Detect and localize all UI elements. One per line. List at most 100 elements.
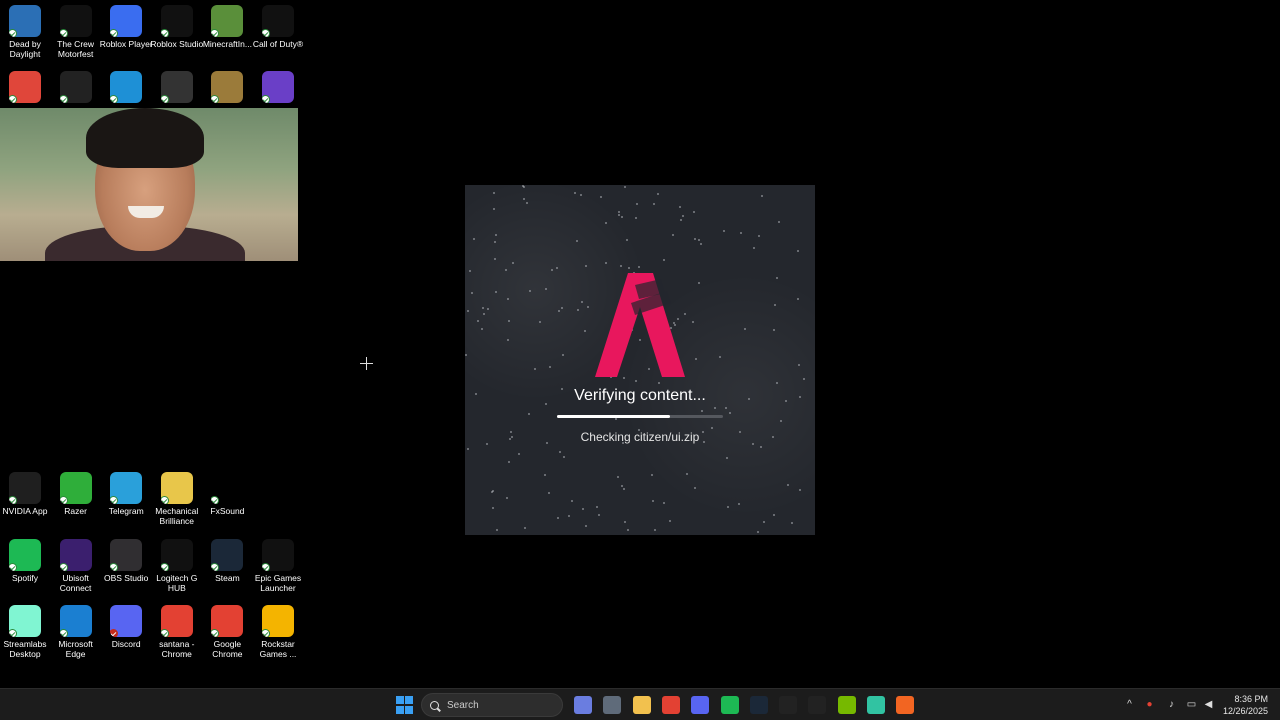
taskbar-search[interactable]: Search xyxy=(421,693,563,717)
sync-status-icon xyxy=(9,629,17,637)
background-speck xyxy=(617,476,619,478)
background-speck xyxy=(694,487,696,489)
network-icon[interactable]: ▭ xyxy=(1186,699,1197,710)
desktop-shortcut-label: Razer xyxy=(64,506,87,516)
background-speck xyxy=(518,453,520,455)
background-speck xyxy=(758,235,760,237)
streamlabs-icon[interactable] xyxy=(867,696,885,714)
background-speck xyxy=(624,521,626,523)
sync-status-icon xyxy=(262,95,270,103)
background-speck xyxy=(496,529,498,531)
background-speck xyxy=(776,382,778,384)
background-speck xyxy=(548,492,550,494)
razer-icon xyxy=(59,472,92,504)
background-speck xyxy=(727,506,729,508)
background-speck xyxy=(559,451,561,453)
tray-app-icon[interactable]: ● xyxy=(1144,699,1155,710)
desktop-shortcut[interactable]: Dead by Daylight xyxy=(0,5,50,59)
background-speck xyxy=(701,410,703,412)
background-speck xyxy=(561,307,563,309)
background-speck xyxy=(726,457,728,459)
sync-status-icon xyxy=(211,95,220,103)
background-speck xyxy=(738,503,740,505)
logitech-icon[interactable] xyxy=(808,696,827,714)
desktop-shortcut[interactable]: Spotify xyxy=(0,539,50,583)
desktop-shortcut[interactable]: Google Chrome xyxy=(202,605,252,659)
desktop-shortcut[interactable]: The Crew Motorfest xyxy=(51,5,101,59)
steam-icon[interactable] xyxy=(749,696,768,714)
background-speck xyxy=(467,310,469,312)
desktop-shortcut[interactable]: FxSound xyxy=(202,472,252,516)
background-speck xyxy=(481,328,483,330)
microphone-icon[interactable]: ♪ xyxy=(1166,699,1177,710)
desktop-shortcut[interactable]: Razer xyxy=(51,472,101,516)
background-speck xyxy=(803,378,805,380)
background-speck xyxy=(669,520,671,522)
background-speck xyxy=(568,515,570,517)
clock-date[interactable]: 12/26/2025 xyxy=(1218,706,1268,716)
desktop-shortcut[interactable]: NVIDIA App xyxy=(0,472,50,516)
desktop-shortcut[interactable]: Epic Games Launcher xyxy=(253,539,303,593)
desktop-shortcut[interactable]: santana - Chrome xyxy=(152,605,202,659)
desktop-shortcut[interactable]: Roblox Studio xyxy=(150,5,203,49)
nvidia-icon[interactable] xyxy=(837,696,856,714)
background-speck xyxy=(711,427,713,429)
sync-status-icon xyxy=(160,563,169,571)
background-speck xyxy=(658,382,660,384)
desktop-shortcut[interactable]: Roblox Player xyxy=(100,5,153,49)
sync-status-icon xyxy=(160,29,169,37)
desktop-shortcut[interactable]: MinecraftIn... xyxy=(202,5,252,49)
background-speck xyxy=(557,517,559,519)
clock-time[interactable]: 8:36 PM xyxy=(1222,694,1268,704)
file-explorer-icon[interactable] xyxy=(632,696,651,714)
desktop-shortcut[interactable] xyxy=(152,71,202,103)
background-speck xyxy=(558,310,560,312)
desktop-shortcut[interactable]: OBS Studio xyxy=(101,539,151,583)
background-speck xyxy=(465,354,467,356)
background-speck xyxy=(522,185,524,187)
desktop-shortcut[interactable]: Microsoft Edge xyxy=(51,605,101,659)
desktop-shortcut[interactable]: Streamlabs Desktop xyxy=(0,605,50,659)
widgets-icon[interactable] xyxy=(574,696,592,714)
discord-icon xyxy=(110,605,143,637)
rockstar-icon xyxy=(262,605,294,637)
desktop-shortcut[interactable] xyxy=(253,71,303,103)
epic-games-icon xyxy=(262,539,294,571)
desktop-shortcut[interactable]: Logitech G HUB xyxy=(152,539,202,593)
discord-icon[interactable] xyxy=(691,696,710,714)
volume-icon[interactable]: ◀ xyxy=(1203,699,1214,710)
desktop-shortcut[interactable]: Telegram xyxy=(101,472,151,516)
background-speck xyxy=(549,366,551,368)
chrome-icon[interactable] xyxy=(661,696,680,714)
background-speck xyxy=(493,192,495,194)
sync-status-icon xyxy=(211,29,220,37)
sync-status-icon xyxy=(9,563,17,571)
fivem-launcher-window: Verifying content... Checking citizen/ui… xyxy=(465,185,815,535)
desktop-shortcut[interactable]: Mechanical Brilliance xyxy=(152,472,202,526)
desktop-shortcut[interactable]: Steam xyxy=(202,539,252,583)
desktop-shortcut[interactable] xyxy=(0,71,50,103)
fivem-icon[interactable] xyxy=(896,696,915,714)
background-speck xyxy=(719,356,721,358)
desktop-shortcut[interactable]: Ubisoft Connect xyxy=(51,539,101,593)
show-hidden-icons-chevron-icon[interactable]: ^ xyxy=(1124,699,1135,710)
background-speck xyxy=(524,527,526,529)
desktop-shortcut[interactable] xyxy=(51,71,101,103)
background-speck xyxy=(626,239,628,241)
epic-games-icon[interactable] xyxy=(779,696,798,714)
settings-icon[interactable] xyxy=(603,696,622,714)
background-speck xyxy=(580,194,582,196)
desktop-shortcut[interactable] xyxy=(202,71,252,103)
desktop-shortcut[interactable]: Discord xyxy=(101,605,151,649)
background-speck xyxy=(529,290,531,292)
desktop-shortcut[interactable] xyxy=(101,71,151,103)
spotify-icon[interactable] xyxy=(720,696,739,714)
desktop-shortcut-label: Rockstar Games ... xyxy=(259,639,297,659)
background-speck xyxy=(508,320,510,322)
desktop-shortcut[interactable]: Rockstar Games ... xyxy=(253,605,303,659)
desktop-shortcut[interactable]: Call of Duty® xyxy=(253,5,303,49)
sync-status-icon xyxy=(59,563,68,571)
background-speck xyxy=(477,320,479,322)
nvidia-icon xyxy=(9,472,41,504)
start-button[interactable] xyxy=(395,696,413,714)
